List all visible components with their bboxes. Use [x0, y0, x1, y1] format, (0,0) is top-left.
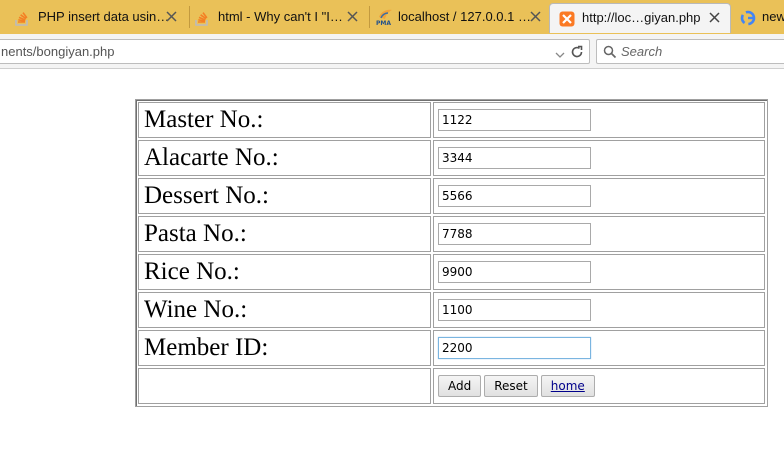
stackoverflow-icon: [194, 8, 210, 26]
pasta-no-input[interactable]: [438, 223, 591, 245]
tab-title: localhost / 127.0.0.1 …: [398, 9, 531, 24]
tab-title: html - Why can't I "I…: [218, 9, 343, 24]
google-icon: [740, 8, 756, 26]
tab-new[interactable]: new: [732, 3, 784, 33]
form-row-member: Member ID:: [138, 330, 765, 366]
close-icon[interactable]: [708, 11, 721, 24]
tab-strip: PHP insert data usin… html - Why can't I…: [0, 0, 784, 35]
rice-no-label: Rice No.:: [138, 254, 431, 290]
master-no-cell: [433, 102, 765, 138]
empty-label-cell: [138, 368, 431, 404]
dessert-no-label: Dessert No.:: [138, 178, 431, 214]
reload-icon[interactable]: [570, 45, 584, 64]
tab-title: PHP insert data usin…: [38, 9, 170, 24]
member-id-label: Member ID:: [138, 330, 431, 366]
pasta-no-cell: [433, 216, 765, 252]
form-row-master: Master No.:: [138, 102, 765, 138]
tab-localhost-pma[interactable]: PMA localhost / 127.0.0.1 …: [360, 3, 549, 33]
master-no-input[interactable]: [438, 109, 591, 131]
alacarte-no-label: Alacarte No.:: [138, 140, 431, 176]
rice-no-input[interactable]: [438, 261, 591, 283]
form-row-rice: Rice No.:: [138, 254, 765, 290]
tab-php-insert[interactable]: PHP insert data usin…: [0, 3, 189, 33]
navigation-bar: nents/bongiyan.php: [0, 34, 784, 69]
url-text: nents/bongiyan.php: [1, 44, 115, 59]
wine-no-cell: [433, 292, 765, 328]
alacarte-no-input[interactable]: [438, 147, 591, 169]
form-row-actions: Add Reset home: [138, 368, 765, 404]
svg-text:PMA: PMA: [376, 20, 391, 26]
stackoverflow-icon: [14, 8, 30, 26]
search-input[interactable]: [621, 43, 781, 60]
rice-no-cell: [433, 254, 765, 290]
tab-title: new: [762, 9, 784, 24]
search-bar[interactable]: [596, 39, 784, 64]
reset-button[interactable]: Reset: [484, 375, 538, 397]
master-no-label: Master No.:: [138, 102, 431, 138]
order-form-table: Master No.: Alacarte No.: Dessert No.: P…: [135, 99, 768, 407]
xampp-icon: [559, 9, 575, 27]
wine-no-label: Wine No.:: [138, 292, 431, 328]
alacarte-no-cell: [433, 140, 765, 176]
tab-bongiyan-active[interactable]: http://loc…giyan.php: [549, 3, 731, 33]
home-button[interactable]: home: [540, 375, 595, 397]
search-icon: [603, 45, 617, 64]
dropdown-arrow-icon[interactable]: [555, 47, 565, 65]
form-row-dessert: Dessert No.:: [138, 178, 765, 214]
pasta-no-label: Pasta No.:: [138, 216, 431, 252]
member-id-input[interactable]: [438, 337, 591, 359]
form-row-wine: Wine No.:: [138, 292, 765, 328]
member-id-cell: [433, 330, 765, 366]
close-icon[interactable]: [529, 10, 542, 23]
tab-title: http://loc…giyan.php: [582, 10, 701, 25]
phpmyadmin-icon: PMA: [376, 8, 392, 27]
close-icon[interactable]: [346, 10, 359, 23]
close-icon[interactable]: [165, 10, 178, 23]
dessert-no-input[interactable]: [438, 185, 591, 207]
tab-html-why[interactable]: html - Why can't I "I…: [180, 3, 369, 33]
add-button[interactable]: Add: [438, 375, 482, 397]
form-row-alacarte: Alacarte No.:: [138, 140, 765, 176]
url-bar[interactable]: nents/bongiyan.php: [0, 39, 590, 64]
form-row-pasta: Pasta No.:: [138, 216, 765, 252]
wine-no-input[interactable]: [438, 299, 591, 321]
actions-cell: Add Reset home: [433, 368, 765, 404]
dessert-no-cell: [433, 178, 765, 214]
